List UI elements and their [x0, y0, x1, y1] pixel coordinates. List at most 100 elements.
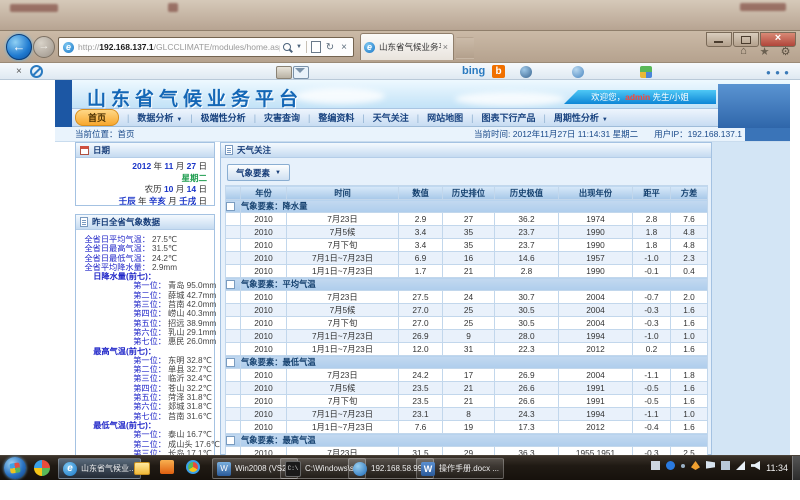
- nav-item[interactable]: 图表下行产品: [481, 111, 535, 124]
- pinned-app-icon[interactable]: [186, 460, 200, 474]
- table-row[interactable]: 20107月23日24.21726.92004-1.11.8: [226, 369, 708, 382]
- table-cell: 27.0: [399, 317, 443, 330]
- show-desktop-button[interactable]: [792, 456, 800, 481]
- home-icon[interactable]: ⌂: [737, 45, 750, 58]
- task-label: 操作手册.docx ...: [439, 463, 499, 474]
- flag-icon[interactable]: [706, 461, 715, 470]
- stop-icon[interactable]: ×: [337, 40, 351, 54]
- search-dropdown-icon[interactable]: ▼: [296, 44, 302, 50]
- refresh-icon[interactable]: ↻: [323, 40, 337, 54]
- taskbar-task[interactable]: W操作手册.docx ...: [416, 458, 504, 479]
- more-addons-icon[interactable]: ● ● ●: [766, 68, 790, 77]
- snapshot-icon[interactable]: [520, 66, 532, 78]
- element-dropdown-button[interactable]: 气象要素▼: [227, 164, 290, 181]
- mail-icon[interactable]: [293, 66, 309, 79]
- table-row[interactable]: 20101月1日~7月23日7.61917.32012-0.41.6: [226, 421, 708, 434]
- list-item: 第六位：郯城 31.8℃: [78, 402, 212, 411]
- table-cell: 2010: [241, 421, 287, 434]
- tab-close-icon[interactable]: ×: [441, 42, 450, 52]
- flame-icon[interactable]: [691, 461, 700, 470]
- table-cell: 7月23日: [287, 447, 399, 456]
- divider: |: [308, 113, 310, 123]
- table-cell: -0.1: [633, 265, 671, 278]
- table-row[interactable]: 20101月1日~7月23日12.03122.320120.21.6: [226, 343, 708, 356]
- bing-badge-icon[interactable]: b: [492, 65, 505, 78]
- table-cell: 4.8: [671, 226, 708, 239]
- table-cell: 27: [443, 213, 495, 226]
- table-row[interactable]: 20107月1日~7月23日6.91614.61957-1.02.3: [226, 252, 708, 265]
- table-row[interactable]: 20101月1日~7月23日1.7212.81990-0.10.4: [226, 265, 708, 278]
- compatibility-view-icon[interactable]: [309, 40, 323, 54]
- url-text[interactable]: http://192.168.137.1/GLCCLIMATE/modules/…: [78, 42, 280, 52]
- search-icon[interactable]: [280, 40, 294, 54]
- document-icon: [225, 145, 233, 155]
- row-checkbox[interactable]: [226, 280, 235, 289]
- table-cell: 1.6: [671, 343, 708, 356]
- table-cell: 28.0: [495, 330, 559, 343]
- favorites-star-icon[interactable]: ★: [758, 45, 771, 58]
- bing-logo[interactable]: bing: [462, 65, 485, 77]
- table-cell: 2010: [241, 343, 287, 356]
- taskbar-task[interactable]: e山东省气候业...: [58, 458, 141, 479]
- table-row[interactable]: 20107月1日~7月23日23.1824.31994-1.11.0: [226, 408, 708, 421]
- table-row[interactable]: 20107月下旬23.52126.61991-0.51.6: [226, 395, 708, 408]
- pinned-app-icon[interactable]: [160, 460, 174, 474]
- nav-item[interactable]: 首页: [75, 109, 119, 126]
- table-cell: 30.5: [495, 304, 559, 317]
- back-button[interactable]: ←: [6, 34, 32, 60]
- cmd-icon: C:\: [285, 461, 301, 477]
- table-cell: 26.9: [495, 369, 559, 382]
- minimize-button[interactable]: [706, 32, 732, 47]
- usb-icon[interactable]: [721, 461, 730, 470]
- messenger-icon[interactable]: [572, 66, 584, 78]
- blocker-icon[interactable]: [30, 65, 43, 78]
- table-row[interactable]: 20107月5候27.02530.52004-0.31.6: [226, 304, 708, 317]
- card-reader-icon[interactable]: [276, 66, 292, 79]
- input-indicator-icon[interactable]: [651, 461, 660, 470]
- browser-command-bar: × bing b ● ● ●: [0, 62, 800, 80]
- calendar-line: 农历 10 月 14 日: [76, 184, 207, 196]
- table-row[interactable]: 20107月23日27.52430.72004-0.72.0: [226, 291, 708, 304]
- share-icon[interactable]: [640, 66, 652, 78]
- table-cell: 23.5: [399, 382, 443, 395]
- network-icon[interactable]: [736, 461, 745, 470]
- table-row[interactable]: 20107月下旬3.43523.719901.84.8: [226, 239, 708, 252]
- address-bar[interactable]: e http://192.168.137.1/GLCCLIMATE/module…: [58, 37, 354, 57]
- nav-item[interactable]: 灾害查询: [264, 111, 300, 124]
- table-row[interactable]: 20107月5候23.52126.61991-0.51.6: [226, 382, 708, 395]
- start-button[interactable]: [4, 457, 26, 479]
- nav-item[interactable]: 周期性分析▼: [554, 111, 608, 124]
- settings-gear-icon[interactable]: ⚙: [779, 45, 792, 58]
- new-tab-button[interactable]: [456, 37, 474, 59]
- volume-icon[interactable]: [751, 461, 760, 470]
- table-cell: 1月1日~7月23日: [287, 343, 399, 356]
- table-cell: 7月5候: [287, 304, 399, 317]
- list-item: 第一位：东明 32.8℃: [78, 356, 212, 365]
- browser-tab[interactable]: e 山东省气候业务平... ×: [360, 33, 454, 60]
- pinned-app-icon[interactable]: [34, 460, 50, 476]
- nav-item[interactable]: 数据分析▼: [137, 111, 182, 124]
- nav-item[interactable]: 整编资料: [318, 111, 354, 124]
- table-row[interactable]: 20107月23日2.92736.219742.87.6: [226, 213, 708, 226]
- table-cell: 3.4: [399, 239, 443, 252]
- nav-item[interactable]: 网站地图: [427, 111, 463, 124]
- column-header: 方差: [671, 186, 708, 200]
- row-checkbox[interactable]: [226, 436, 235, 445]
- messenger-icon[interactable]: [666, 461, 675, 470]
- pinned-app-icon[interactable]: [134, 462, 150, 475]
- table-row[interactable]: 20107月5候3.43523.719901.84.8: [226, 226, 708, 239]
- nav-item[interactable]: 天气关注: [373, 111, 409, 124]
- table-cell: 24.2: [399, 369, 443, 382]
- table-cell: 2004: [559, 304, 633, 317]
- table-row[interactable]: 20107月23日31.52936.31955,1951-0.32.5: [226, 447, 708, 456]
- update-icon[interactable]: [681, 464, 685, 468]
- table-row[interactable]: 20107月1日~7月23日26.9928.01994-1.01.0: [226, 330, 708, 343]
- taskbar-clock[interactable]: 11:34: [766, 463, 788, 473]
- column-header: 出现年份: [559, 186, 633, 200]
- table-row[interactable]: 20107月下旬27.02530.52004-0.31.6: [226, 317, 708, 330]
- forward-button[interactable]: →: [33, 36, 55, 58]
- close-bar-icon[interactable]: ×: [16, 66, 22, 77]
- row-checkbox[interactable]: [226, 202, 235, 211]
- row-checkbox[interactable]: [226, 358, 235, 367]
- nav-item[interactable]: 极端性分析: [201, 111, 246, 124]
